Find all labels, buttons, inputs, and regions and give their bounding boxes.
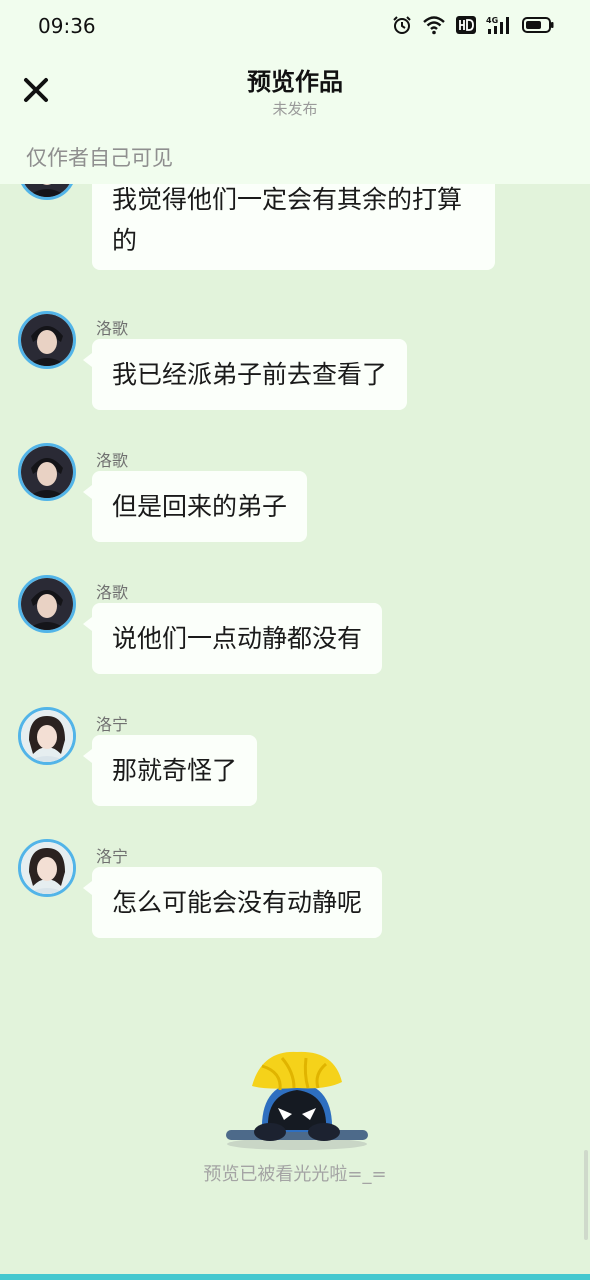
- message-bubble[interactable]: 但是回来的弟子: [82, 471, 308, 542]
- message-bubble[interactable]: 我已经派弟子前去查看了: [82, 339, 408, 410]
- svg-text:4G: 4G: [486, 16, 498, 25]
- visibility-note: 仅作者自己可见: [26, 146, 173, 170]
- sender-name: 洛宁: [96, 847, 129, 866]
- avatar[interactable]: [18, 311, 76, 369]
- avatar-male-icon: [21, 184, 73, 197]
- page-title: 预览作品: [247, 68, 343, 96]
- sender-name: 洛歌: [96, 319, 129, 338]
- avatar[interactable]: [18, 839, 76, 897]
- sender-name: 洛宁: [96, 715, 129, 734]
- chat-list[interactable]: 我觉得他们一定会有其余的打算的 洛歌 我已经派弟子前去查看了 洛歌 但是回来的弟…: [0, 184, 590, 1004]
- message-text: 我觉得他们一定会有其余的打算的: [112, 185, 463, 255]
- sender-name: 洛歌: [96, 583, 129, 602]
- alarm-icon: [393, 16, 411, 34]
- status-bar: 09:36 4G: [0, 0, 590, 50]
- header: 预览作品 未发布 仅作者自己可见: [0, 50, 590, 184]
- avatar[interactable]: [18, 707, 76, 765]
- message-text: 说他们一点动静都没有: [112, 624, 363, 653]
- sender-name: 洛歌: [96, 451, 129, 470]
- bottom-strip: [0, 1274, 590, 1280]
- avatar-female-icon: [21, 842, 73, 894]
- message-bubble[interactable]: 我觉得他们一定会有其余的打算的: [92, 184, 495, 270]
- avatar[interactable]: [18, 443, 76, 501]
- wifi-icon: [423, 16, 445, 35]
- message-text: 怎么可能会没有动静呢: [112, 888, 363, 917]
- scrollbar[interactable]: [584, 1150, 588, 1240]
- end-of-preview-text: 预览已被看光光啦=_=: [203, 1164, 387, 1185]
- mascot-illustration: [226, 1051, 368, 1150]
- avatar[interactable]: [18, 575, 76, 633]
- message-text: 那就奇怪了: [112, 756, 238, 785]
- message-bubble[interactable]: 那就奇怪了: [82, 735, 258, 806]
- signal-4g-icon: 4G: [486, 16, 509, 34]
- avatar[interactable]: [18, 184, 76, 200]
- avatar-male-icon: [21, 578, 73, 630]
- avatar-male-icon: [21, 314, 73, 366]
- avatar-male-icon: [21, 446, 73, 498]
- publish-status: 未发布: [272, 100, 318, 118]
- message-bubble[interactable]: 说他们一点动静都没有: [82, 603, 383, 674]
- message-text: 但是回来的弟子: [112, 492, 288, 521]
- status-icons: 4G: [392, 14, 554, 36]
- hd-icon: [456, 16, 476, 34]
- message-bubble[interactable]: 怎么可能会没有动静呢: [82, 867, 383, 938]
- avatar-female-icon: [21, 710, 73, 762]
- message-text: 我已经派弟子前去查看了: [112, 360, 388, 389]
- battery-icon: [522, 17, 554, 33]
- status-time: 09:36: [38, 14, 96, 38]
